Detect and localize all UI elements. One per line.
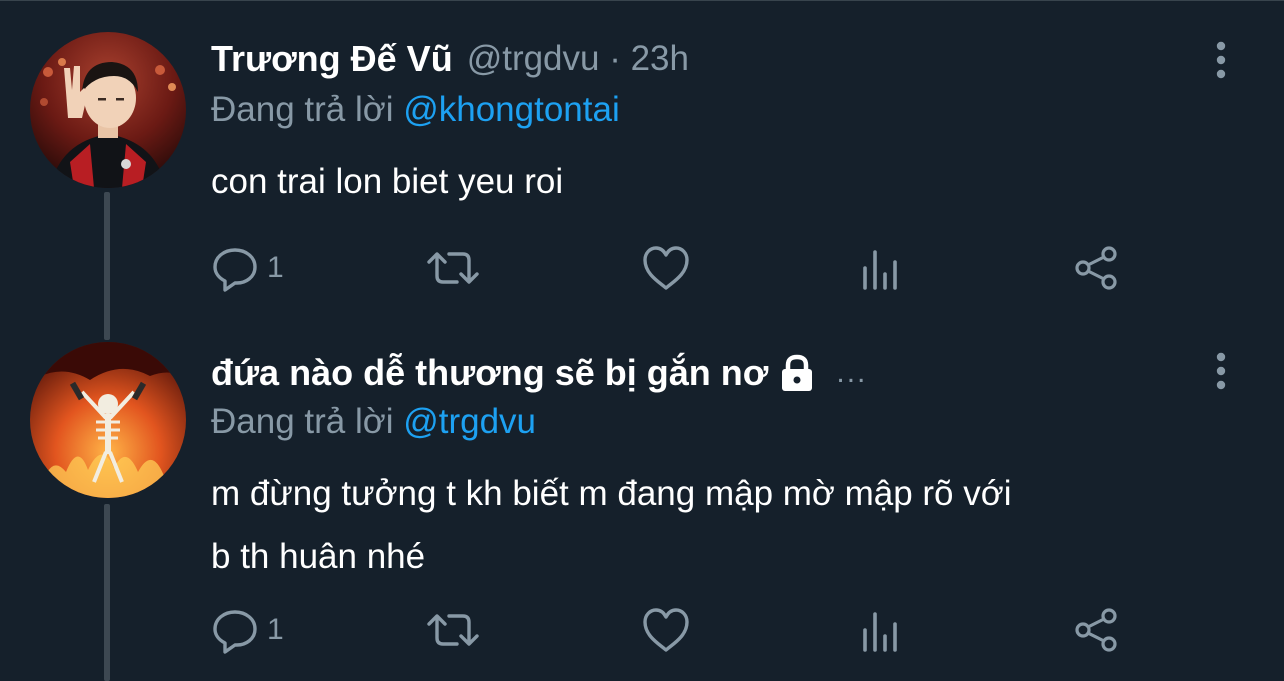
- analytics-icon: [863, 250, 897, 290]
- retweet-icon: [427, 614, 479, 646]
- lock-icon: [782, 354, 813, 391]
- tweet-text-line: con trai lon biet yeu roi: [211, 162, 564, 201]
- tweet-actions: 1: [211, 605, 1211, 655]
- avatar-image: [30, 342, 186, 498]
- reply-count: 1: [267, 251, 284, 284]
- more-options-button[interactable]: [1208, 40, 1234, 80]
- avatar-image: [30, 32, 186, 188]
- analytics-button[interactable]: [859, 243, 903, 293]
- thread-line: [104, 192, 110, 340]
- analytics-icon: [863, 612, 897, 652]
- replying-to-label: Đang trả lời: [211, 90, 404, 129]
- handle-and-time[interactable]: @trgdvu · 23h: [467, 39, 689, 79]
- thread-line: [104, 504, 110, 681]
- retweet-button[interactable]: [425, 605, 481, 655]
- like-button[interactable]: [641, 243, 691, 293]
- display-name[interactable]: Trương Đế Vũ: [211, 38, 453, 80]
- top-divider: [0, 0, 1284, 1]
- analytics-button[interactable]: [859, 605, 903, 655]
- mention-link[interactable]: @trgdvu: [403, 402, 536, 441]
- more-vertical-icon: [1216, 41, 1226, 79]
- name-truncation: ...: [836, 356, 868, 389]
- reply-button[interactable]: 1: [211, 605, 284, 655]
- retweet-icon: [427, 252, 479, 284]
- tweet-header: đứa nào dễ thương sẽ bị gắn nơ ...: [211, 350, 867, 396]
- reply-button[interactable]: 1: [211, 243, 284, 293]
- tweet-actions: 1: [211, 243, 1211, 293]
- share-icon: [1075, 246, 1117, 290]
- heart-icon: [643, 246, 689, 290]
- more-vertical-icon: [1216, 352, 1226, 390]
- display-name[interactable]: đứa nào dễ thương sẽ bị gắn nơ: [211, 352, 768, 394]
- tweet-text-line: b th huân nhé: [211, 537, 426, 576]
- mention-link[interactable]: @khongtontai: [403, 90, 620, 129]
- reply-bubble-icon: [213, 248, 257, 292]
- tweet-text-line: m đừng tưởng t kh biết m đang mập mờ mập…: [211, 474, 1012, 513]
- reply-bubble-icon: [213, 610, 257, 654]
- replying-to: Đang trả lời @trgdvu: [211, 402, 536, 442]
- share-icon: [1075, 608, 1117, 652]
- avatar[interactable]: [30, 342, 186, 498]
- avatar[interactable]: [30, 32, 186, 188]
- replying-to-label: Đang trả lời: [211, 402, 404, 441]
- tweet-text: con trai lon biet yeu roi: [211, 150, 1251, 213]
- heart-icon: [643, 608, 689, 652]
- tweet-header: Trương Đế Vũ @trgdvu · 23h: [211, 36, 689, 82]
- like-button[interactable]: [641, 605, 691, 655]
- more-options-button[interactable]: [1208, 351, 1234, 391]
- share-button[interactable]: [1073, 605, 1121, 655]
- share-button[interactable]: [1073, 243, 1121, 293]
- reply-count: 1: [267, 613, 284, 646]
- replying-to: Đang trả lời @khongtontai: [211, 90, 620, 130]
- tweet-thread: Trương Đế Vũ @trgdvu · 23h Đang trả lời …: [0, 0, 1284, 681]
- tweet-text: m đừng tưởng t kh biết m đang mập mờ mập…: [211, 462, 1251, 588]
- retweet-button[interactable]: [425, 243, 481, 293]
